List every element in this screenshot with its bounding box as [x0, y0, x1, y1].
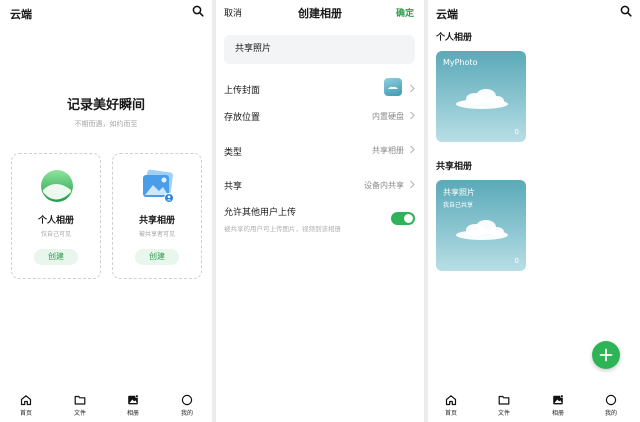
cloud-albums-screen: 云端 个人相册 MyPhoto 0 共享相册 共享照片 我自己共享 0 首页 文…: [428, 0, 640, 422]
album-count: 0: [514, 128, 519, 136]
profile-icon: [605, 394, 617, 406]
personal-album-icon: [41, 170, 73, 202]
nav-albums-label: 相册: [551, 410, 564, 417]
chevron-right-icon[interactable]: [409, 145, 416, 154]
toggle-knob: [404, 214, 413, 223]
chevron-right-icon[interactable]: [409, 180, 416, 189]
type-label: 类型: [224, 148, 243, 158]
nav-mine[interactable]: 我的: [172, 394, 202, 417]
chevron-right-icon[interactable]: [409, 111, 416, 120]
bottom-nav: 首页 文件 相册 我的: [428, 392, 640, 422]
nav-home[interactable]: 首页: [11, 394, 41, 417]
shared-album-tile[interactable]: 共享照片 我自己共享 0: [436, 180, 526, 271]
home-icon: [20, 395, 32, 406]
search-icon[interactable]: [620, 5, 632, 17]
allow-upload-toggle[interactable]: [391, 212, 415, 225]
upload-cover-label: 上传封面: [224, 86, 261, 96]
cloud-icon: [456, 220, 508, 240]
album-icon: [128, 394, 139, 405]
page-title: 云端: [436, 8, 458, 21]
search-icon[interactable]: [192, 5, 204, 17]
nav-albums[interactable]: 相册: [118, 394, 148, 417]
nav-mine[interactable]: 我的: [596, 394, 626, 417]
album-icon: [553, 394, 564, 405]
storage-location-label: 存放位置: [224, 113, 261, 123]
chevron-right-icon[interactable]: [409, 84, 416, 93]
personal-album-tile[interactable]: MyPhoto 0: [436, 51, 526, 142]
create-personal-button[interactable]: 创建: [34, 249, 78, 265]
cloud-empty-screen: 云端 记录美好瞬间 不期而遇，如约而至 个人相册 仅自己可见 创建 共享相册 被…: [0, 0, 212, 422]
hero-subtitle: 不期而遇，如约而至: [74, 120, 138, 128]
shared-section-title: 共享相册: [436, 162, 473, 172]
nav-albums[interactable]: 相册: [543, 394, 573, 417]
album-count: 0: [514, 257, 519, 265]
card-desc: 被共享者可见: [138, 231, 175, 238]
cloud-icon: [456, 89, 508, 109]
album-title: MyPhoto: [443, 58, 478, 67]
home-icon: [445, 395, 457, 406]
nav-mine-label: 我的: [180, 410, 193, 417]
confirm-button[interactable]: 确定: [396, 6, 414, 19]
type-value[interactable]: 共享相册: [372, 145, 404, 156]
page-title: 创建相册: [298, 7, 342, 20]
nav-mine-label: 我的: [604, 410, 617, 417]
album-subtitle: 我自己共享: [443, 202, 474, 209]
nav-home-label: 首页: [19, 410, 32, 417]
nav-files-label: 文件: [73, 410, 86, 417]
cloud-icon: [388, 86, 398, 89]
create-shared-button[interactable]: 创建: [135, 249, 179, 265]
card-name: 共享相册: [138, 216, 175, 226]
allow-upload-hint: 被共享的用户可上传图片，视频到该相册: [224, 225, 341, 233]
nav-home-label: 首页: [444, 410, 457, 417]
album-title: 共享照片: [443, 188, 475, 197]
personal-section-title: 个人相册: [436, 33, 473, 43]
share-label: 共享: [224, 182, 243, 192]
nav-albums-label: 相册: [126, 410, 139, 417]
folder-icon: [498, 395, 510, 405]
storage-location-value[interactable]: 内置硬盘: [372, 111, 404, 122]
create-album-screen: 取消 创建相册 确定 共享照片 上传封面 存放位置 内置硬盘 类型 共享相册 共…: [216, 0, 424, 422]
add-album-button[interactable]: [592, 341, 620, 369]
shared-album-icon: [143, 169, 174, 203]
share-value[interactable]: 设备内共享: [364, 180, 404, 191]
album-name-input[interactable]: 共享照片: [224, 35, 415, 64]
nav-files[interactable]: 文件: [65, 394, 95, 417]
folder-icon: [74, 395, 86, 405]
bottom-nav: 首页 文件 相册 我的: [0, 392, 212, 422]
allow-upload-label: 允许其他用户上传: [224, 208, 297, 218]
cover-thumbnail[interactable]: [384, 78, 402, 96]
nav-home[interactable]: 首页: [436, 394, 466, 417]
profile-icon: [181, 394, 193, 406]
card-desc: 仅自己可见: [40, 231, 71, 238]
nav-files-label: 文件: [497, 410, 510, 417]
card-name: 个人相册: [37, 216, 74, 226]
hero-title: 记录美好瞬间: [66, 98, 145, 113]
plus-icon: [599, 348, 613, 362]
nav-files[interactable]: 文件: [489, 394, 519, 417]
page-title: 云端: [10, 8, 32, 21]
